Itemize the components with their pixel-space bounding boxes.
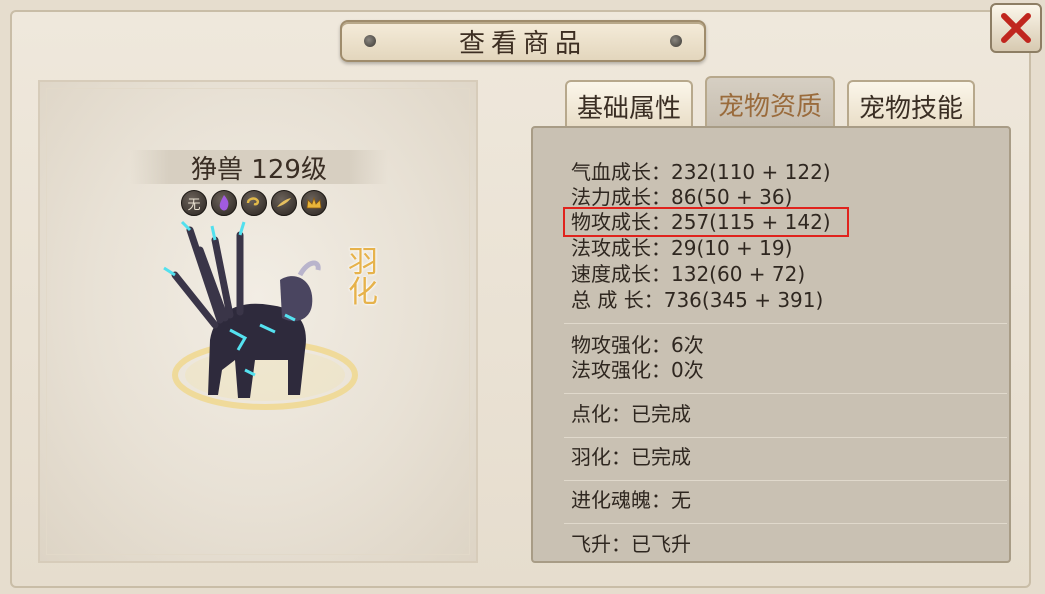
stat-feisheng: 飞升：已飞升 (571, 532, 691, 556)
close-button[interactable] (990, 3, 1042, 53)
stat-evolution-soul: 进化魂魄：无 (571, 488, 691, 512)
stat-dianhua: 点化：已完成 (571, 402, 691, 426)
pet-badges: 无 (181, 190, 327, 216)
stat-mag-atk-growth: 法攻成长：29(10 + 19) (571, 236, 793, 260)
wu-badge-icon[interactable]: 无 (181, 190, 207, 216)
stat-phys-atk-enhance: 物攻强化：6次 (571, 333, 704, 357)
divider (564, 393, 1007, 394)
swirl-badge-icon[interactable] (241, 190, 267, 216)
stat-mag-atk-enhance: 法攻强化：0次 (571, 358, 704, 382)
pet-model-image (163, 220, 358, 410)
phys-atk-highlight-box (563, 207, 849, 237)
stat-hp-growth: 气血成长：232(110 + 122) (571, 160, 831, 184)
purple-flame-badge-icon[interactable] (211, 190, 237, 216)
stat-total-growth: 总 成 长：736(345 + 391) (571, 288, 824, 312)
pet-name: 狰兽 129级 (191, 154, 327, 185)
divider (564, 523, 1007, 524)
divider (564, 437, 1007, 438)
rivet-icon (670, 35, 682, 47)
dialog-window: 查看商品 狰兽 129级 无 羽化 基础属性 宠物技能 宠物资质 气血成长：23… (0, 0, 1045, 594)
dialog-title: 查看商品 (458, 28, 587, 59)
divider (564, 323, 1007, 324)
tab-pet-skills[interactable]: 宠物技能 (847, 80, 975, 130)
crown-badge-icon[interactable] (301, 190, 327, 216)
stat-speed-growth: 速度成长：132(60 + 72) (571, 262, 806, 286)
pet-name-bar: 狰兽 129级 (130, 150, 388, 185)
title-banner: 查看商品 (340, 20, 706, 62)
rivet-icon (364, 35, 376, 47)
close-icon (1001, 13, 1031, 43)
tab-basic-attributes[interactable]: 基础属性 (565, 80, 693, 130)
tab-pet-aptitude[interactable]: 宠物资质 (705, 76, 835, 130)
stat-yuhua: 羽化：已完成 (571, 445, 691, 469)
wing-badge-icon[interactable] (271, 190, 297, 216)
divider (564, 480, 1007, 481)
